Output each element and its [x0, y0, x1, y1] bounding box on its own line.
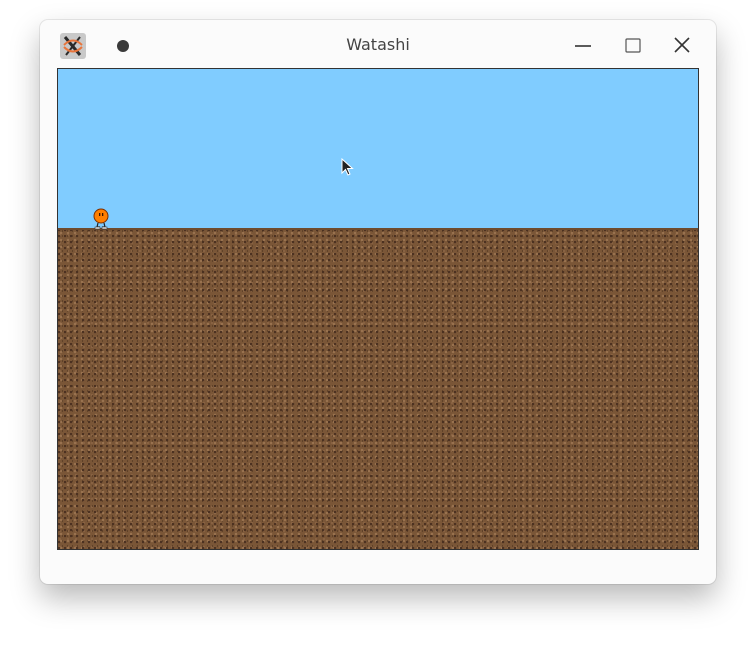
ground-edge	[58, 228, 698, 230]
maximize-button[interactable]	[620, 32, 646, 58]
window-title: Watashi	[346, 35, 410, 54]
close-button[interactable]	[669, 32, 695, 58]
app-icon[interactable]	[60, 33, 86, 59]
title-bar[interactable]: Watashi	[40, 20, 716, 68]
sky	[58, 69, 698, 229]
app-window: Watashi	[40, 20, 716, 584]
player-character-icon	[92, 208, 110, 230]
close-icon	[674, 37, 690, 53]
minimize-button[interactable]	[570, 32, 596, 58]
maximize-icon	[625, 38, 641, 53]
ground	[58, 229, 698, 549]
game-canvas[interactable]	[57, 68, 699, 550]
minimize-icon	[575, 45, 591, 47]
sticky-dot-icon[interactable]	[117, 40, 129, 52]
mouse-pointer-icon	[341, 157, 355, 178]
